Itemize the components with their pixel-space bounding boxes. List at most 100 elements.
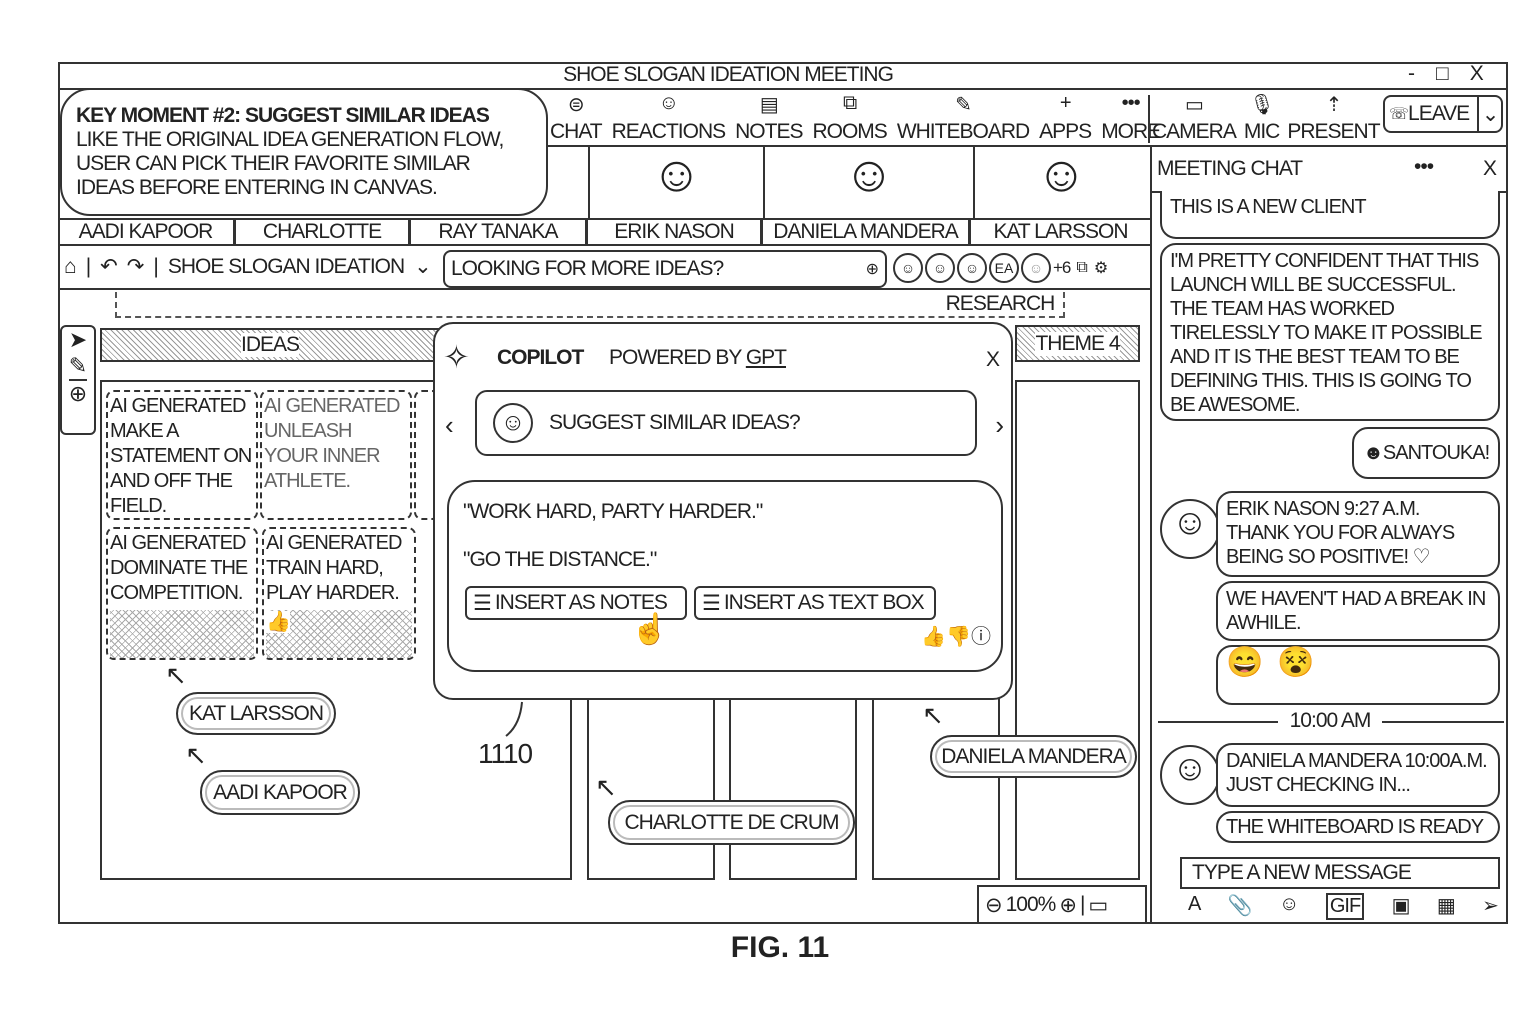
video-tile-erik[interactable]: ☺: [588, 145, 763, 218]
close-copilot-button[interactable]: X: [986, 348, 1000, 372]
leave-button[interactable]: ☏ LEAVE ⌄: [1383, 95, 1503, 133]
message-text: SANTOUKA!: [1382, 442, 1490, 464]
text-box-icon: ☰: [702, 591, 721, 615]
chevron-down-icon[interactable]: ⌄: [414, 254, 432, 279]
format-icon[interactable]: A: [1188, 893, 1201, 920]
home-icon[interactable]: ⌂: [64, 255, 77, 279]
hand-cursor-icon: ☝: [631, 613, 669, 646]
chat-compose-tools: A 📎 ☺ GIF ▣ ▦ ➢: [1188, 893, 1499, 920]
pointer-icon[interactable]: ➤: [69, 327, 87, 353]
zoom-out-icon[interactable]: ⊖: [985, 893, 1003, 918]
cursor-icon: ↖: [595, 772, 617, 802]
ideas-header-label: IDEAS: [240, 333, 300, 357]
avatar[interactable]: ☺: [957, 253, 987, 283]
camera-label: CAMERA: [1152, 120, 1237, 143]
board-nav: ⌂ | ↶ ↷ | SHOE SLOGAN IDEATION ⌄: [64, 254, 432, 279]
chevron-left-icon[interactable]: ‹: [445, 410, 454, 441]
powered-by: POWERED BY GPT: [609, 346, 787, 370]
mic-button[interactable]: 🎙 MIC: [1244, 92, 1280, 144]
zoom-level: 100%: [1005, 893, 1057, 916]
laughing-emoji-icon: 😄: [1226, 646, 1263, 679]
thumbs-up-icon[interactable]: 👍: [921, 626, 946, 648]
copilot-search-input[interactable]: LOOKING FOR MORE IDEAS? ⊕: [443, 250, 887, 288]
rooms-button[interactable]: ⧉ ROOMS: [812, 92, 887, 144]
participant-name: CHARLOTTE: [236, 220, 411, 244]
theme-4-header[interactable]: THEME 4: [1015, 325, 1140, 362]
idea-card[interactable]: AI GENERATED UNLEASH YOUR INNER ATHLETE.: [260, 390, 412, 520]
pen-icon[interactable]: ✎: [69, 353, 87, 379]
avatar[interactable]: ☺: [925, 253, 955, 283]
idea-card[interactable]: AI GENERATED DOMINATE THE COMPETITION.: [106, 527, 258, 660]
card-text: DOMINATE THE COMPETITION.: [110, 557, 248, 604]
schedule-icon[interactable]: ▦: [1437, 893, 1456, 920]
suggestion[interactable]: "WORK HARD, PARTY HARDER.": [463, 500, 763, 524]
ideas-header[interactable]: IDEAS: [100, 328, 440, 362]
suggest-similar-ideas-prompt[interactable]: ☺ SUGGEST SIMILAR IDEAS?: [475, 390, 977, 456]
card-text: MAKE A STATEMENT ON AND OFF THE FIELD.: [110, 420, 252, 517]
suggestions-box: "WORK HARD, PARTY HARDER." "GO THE DISTA…: [447, 480, 1003, 672]
idea-card[interactable]: AI GENERATED MAKE A STATEMENT ON AND OFF …: [106, 390, 258, 520]
message-text: THANK YOU FOR ALWAYS BEING SO POSITIVE! …: [1226, 522, 1455, 568]
message-header: ERIK NASON 9:27 A.M.: [1226, 498, 1420, 520]
undo-icon[interactable]: ↶: [100, 254, 118, 279]
participant-name: DANIELA MANDERA: [763, 220, 971, 244]
camera-button[interactable]: ▭ CAMERA: [1152, 92, 1237, 144]
reactions-button[interactable]: ☺ REACTIONS: [612, 92, 727, 144]
chevron-down-icon[interactable]: ⌄: [1477, 97, 1501, 131]
gif-button[interactable]: GIF: [1325, 893, 1365, 920]
more-icon[interactable]: •••: [1414, 155, 1434, 179]
rooms-label: ROOMS: [812, 120, 887, 143]
video-tile-daniela[interactable]: ☺: [763, 145, 973, 218]
maximize-button[interactable]: □: [1436, 62, 1449, 86]
board-name[interactable]: SHOE SLOGAN IDEATION: [168, 255, 405, 279]
share-icon[interactable]: ⧉: [1076, 259, 1087, 277]
research-frame: [115, 292, 1065, 318]
theme-label: THEME 4: [1035, 331, 1121, 356]
message-input[interactable]: TYPE A NEW MESSAGE: [1180, 857, 1500, 889]
send-icon[interactable]: ➢: [1482, 893, 1499, 920]
chevron-right-icon[interactable]: ›: [995, 410, 1004, 441]
avatar-daniela[interactable]: ☺: [1160, 745, 1220, 805]
avatar[interactable]: ☺: [893, 253, 923, 283]
camera-icon: ▭: [1184, 94, 1204, 116]
suggestion[interactable]: "GO THE DISTANCE.": [463, 548, 657, 572]
redo-icon[interactable]: ↷: [127, 254, 145, 279]
meeting-toolbar: ⊜ CHAT ☺ REACTIONS ▤ NOTES ⧉ ROOMS ✎ WHITEBOA…: [550, 92, 1161, 144]
apps-label: APPS: [1039, 120, 1092, 143]
zoom-in-icon[interactable]: ⊕: [1059, 893, 1077, 918]
card-tag: AI GENERATED: [110, 532, 246, 554]
chat-button[interactable]: ⊜ CHAT: [550, 92, 603, 144]
card-tag: AI GENERATED: [266, 532, 402, 554]
attach-icon[interactable]: 📎: [1228, 893, 1253, 920]
close-window-button[interactable]: X: [1470, 62, 1484, 86]
whiteboard-button[interactable]: ✎ WHITEBOARD: [897, 92, 1030, 144]
avatar[interactable]: EA: [989, 253, 1019, 283]
sticker-icon[interactable]: ▣: [1392, 893, 1411, 920]
avatar[interactable]: ☺: [1021, 253, 1051, 283]
idea-card[interactable]: AI GENERATED TRAIN HARD, PLAY HARDER. 👍: [262, 527, 416, 660]
participant-name: ERIK NASON: [588, 220, 763, 244]
key-moment-callout: KEY MOMENT #2: SUGGEST SIMILAR IDEAS LIK…: [60, 88, 548, 216]
close-chat-button[interactable]: X: [1483, 157, 1497, 181]
video-tile-kat[interactable]: ☺: [972, 145, 1148, 218]
present-button[interactable]: ⇡ PRESENT: [1287, 92, 1380, 144]
fit-screen-icon[interactable]: ▭: [1088, 893, 1108, 918]
add-icon[interactable]: ⊕: [68, 379, 88, 407]
thumbs-down-icon[interactable]: 👎: [946, 626, 971, 648]
minimize-button[interactable]: -: [1408, 62, 1415, 86]
time-divider: 10:00 AM: [1278, 709, 1382, 733]
avatar-erik[interactable]: ☺: [1160, 499, 1220, 559]
card-text: UNLEASH YOUR INNER ATHLETE.: [264, 420, 381, 492]
thumbs-up-icon[interactable]: 👍: [266, 611, 291, 633]
media-controls: ▭ CAMERA 🎙 MIC ⇡ PRESENT: [1152, 92, 1381, 144]
insert-as-text-box-button[interactable]: ☰ INSERT AS TEXT BOX: [694, 586, 936, 620]
brand-link[interactable]: GPT: [746, 346, 787, 369]
notes-button[interactable]: ▤ NOTES: [735, 92, 803, 144]
submit-arrow-icon[interactable]: ⊕: [866, 259, 879, 279]
emoji-icon[interactable]: ☺: [1279, 893, 1299, 920]
gear-icon[interactable]: ⚙: [1094, 258, 1108, 278]
chat-message: I'M PRETTY CONFIDENT THAT THIS LAUNCH WI…: [1160, 243, 1500, 421]
apps-button[interactable]: + APPS: [1039, 92, 1092, 144]
report-icon[interactable]: ⓘ: [971, 626, 991, 648]
more-participants-count[interactable]: +6: [1053, 258, 1071, 278]
